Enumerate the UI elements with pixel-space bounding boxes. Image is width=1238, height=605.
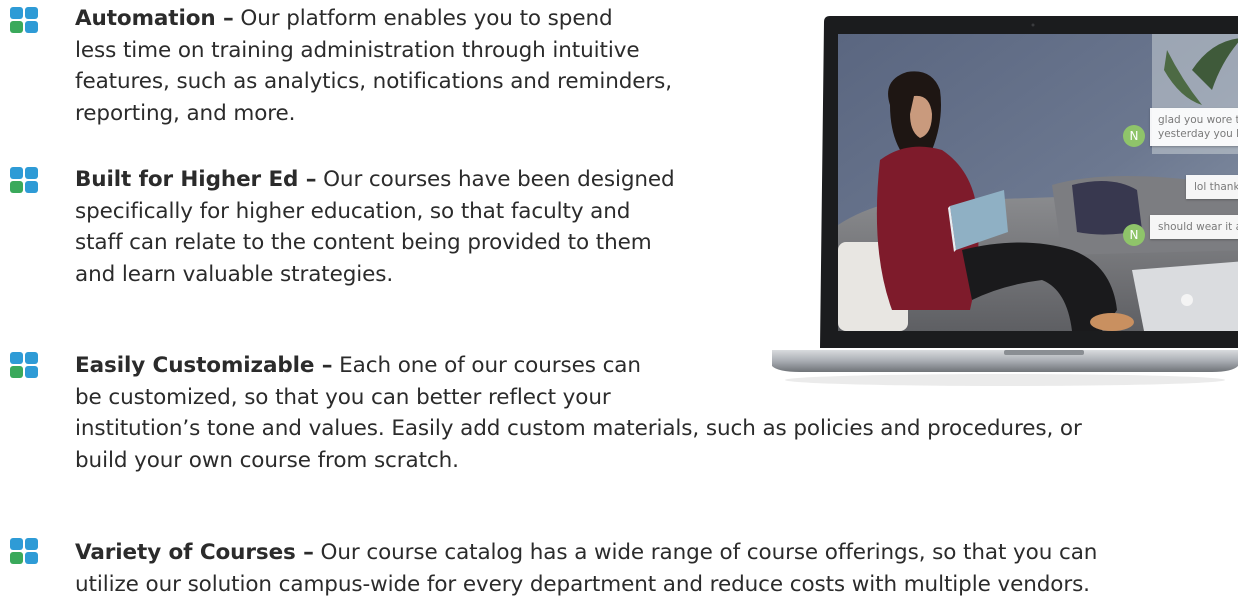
feature-text-line: specifically for higher education, so th…: [75, 198, 631, 224]
chat-bubble: should wear it aga: [1150, 215, 1238, 239]
feature-text-line: Our course catalog has a wide range of c…: [313, 540, 1098, 565]
feature-text-line: reporting, and more.: [75, 100, 296, 126]
feature-text-line: Each one of our courses can: [332, 353, 641, 378]
chat-line: should wear it aga: [1158, 221, 1238, 233]
feature-title: Built for Higher Ed –: [75, 167, 317, 192]
feature-text-line: staff can relate to the content being pr…: [75, 230, 652, 255]
laptop-image: [772, 16, 1238, 386]
feature-text-line: institution’s tone and values. Easily ad…: [75, 416, 1082, 441]
feature-title: Easily Customizable –: [75, 353, 333, 378]
feature-text-line: and learn valuable strategies.: [75, 261, 394, 287]
feature-title: Variety of Courses –: [75, 540, 314, 565]
chat-line: glad you wore tha: [1158, 114, 1238, 126]
feature-text-line: build your own course from scratch.: [75, 447, 459, 473]
four-squares-bullet-icon: [10, 167, 38, 193]
feature-text-line: less time on training administration thr…: [75, 37, 640, 63]
chat-bubble: lol thank: [1186, 175, 1238, 199]
feature-text-line: Our platform enables you to spend: [233, 6, 613, 31]
feature-title: Automation –: [75, 6, 234, 31]
chat-bubble: glad you wore tha yesterday you loo: [1150, 108, 1238, 146]
feature-built-for-higher-ed: Built for Higher Ed – Our courses have b…: [75, 164, 675, 290]
feature-text-line: features, such as analytics, notificatio…: [75, 69, 672, 94]
chat-avatar-icon: N: [1123, 125, 1145, 147]
four-squares-bullet-icon: [10, 538, 38, 564]
feature-variety-of-courses: Variety of Courses – Our course catalog …: [75, 537, 1097, 600]
feature-text-line: Our courses have been designed: [316, 167, 675, 192]
laptop-illustration: N glad you wore tha yesterday you loo lo…: [772, 10, 1238, 395]
four-squares-bullet-icon: [10, 7, 38, 33]
chat-avatar-icon: N: [1123, 224, 1145, 246]
chat-line: lol thank: [1194, 181, 1238, 193]
chat-line: yesterday you loo: [1158, 128, 1238, 140]
feature-automation: Automation – Our platform enables you to…: [75, 3, 672, 129]
four-squares-bullet-icon: [10, 352, 38, 378]
feature-text-line: utilize our solution campus-wide for eve…: [75, 571, 1090, 597]
